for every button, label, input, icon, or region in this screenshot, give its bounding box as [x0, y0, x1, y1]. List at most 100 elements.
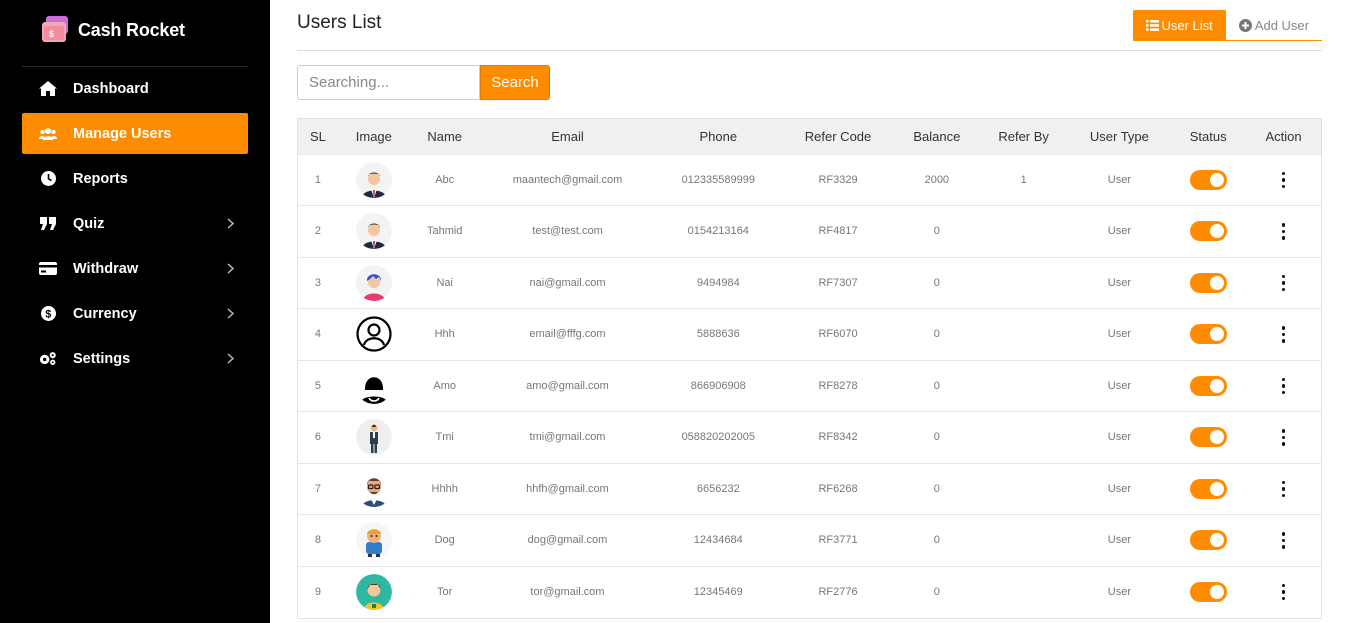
phone-cell: 012335589999	[681, 173, 755, 186]
name-cell: Hhhh	[431, 482, 458, 495]
users-table: SL Image Name Email Phone Refer Code Bal…	[297, 118, 1322, 619]
more-vertical-icon[interactable]	[1276, 273, 1292, 294]
column-header: User Type	[1089, 128, 1149, 144]
phone-cell: 12434684	[693, 534, 743, 547]
chevron-right-icon	[227, 262, 235, 278]
sidebar-item-quiz[interactable]: Quiz	[22, 203, 248, 244]
image-cell	[338, 154, 410, 206]
sidebar-item-dashboard[interactable]: Dashboard	[22, 68, 248, 109]
sidebar-item-label: Dashboard	[73, 80, 149, 97]
user-type-cell: User	[1107, 586, 1131, 598]
tab-add-user[interactable]: Add User	[1226, 10, 1322, 40]
action-cell	[1246, 257, 1321, 309]
standing-man-avatar	[355, 419, 392, 456]
more-vertical-icon[interactable]	[1276, 221, 1292, 242]
status-toggle[interactable]	[1189, 169, 1227, 190]
image-cell	[338, 360, 410, 412]
more-vertical-icon[interactable]	[1276, 582, 1292, 603]
sl-cell: 6	[314, 431, 322, 444]
action-cell	[1246, 515, 1321, 567]
sidebar-item-reports[interactable]: Reports	[22, 158, 248, 199]
tab-user-list[interactable]: User List	[1132, 10, 1226, 40]
sl-cell: 7	[314, 482, 322, 495]
column-header: Action	[1265, 128, 1302, 144]
table-row: 1 Abc maantech@gmail.com 012335589999 RF3329…	[298, 154, 1321, 206]
svg-text:$: $	[45, 309, 51, 321]
phone-cell: 058820202005	[681, 431, 755, 444]
column-header: Phone	[699, 128, 738, 144]
status-toggle[interactable]	[1189, 324, 1227, 345]
user-type-cell: User	[1107, 379, 1131, 392]
column-header: Image	[355, 128, 392, 144]
balance-cell: 0	[933, 225, 940, 238]
refer-by-cell	[979, 360, 1069, 412]
users-icon	[39, 125, 57, 143]
svg-text:$: $	[49, 29, 54, 39]
sidebar-item-settings[interactable]: Settings	[22, 338, 248, 379]
blue-hair-avatar	[355, 264, 392, 301]
table-row: 2 Tahmid test@test.com 0154213164 RF4817 0 Use…	[298, 205, 1321, 258]
column-header: Refer By	[998, 128, 1049, 144]
search-button[interactable]: Search	[480, 65, 550, 100]
balance-cell: 0	[933, 379, 940, 392]
sl-cell: 8	[314, 534, 322, 547]
user-type-cell: User	[1107, 225, 1131, 238]
status-toggle[interactable]	[1189, 582, 1227, 602]
name-cell: Tahmid	[426, 225, 463, 238]
sidebar-item-label: Reports	[73, 170, 128, 187]
table-header: SL Image Name Email Phone Refer Code Bal…	[298, 119, 1321, 154]
more-vertical-icon[interactable]	[1276, 530, 1292, 551]
brand-name: Cash Rocket	[78, 19, 185, 40]
refer-by-cell	[979, 257, 1069, 309]
brand[interactable]: $ Cash Rocket	[40, 14, 185, 46]
email-cell: maantech@gmail.com	[512, 173, 623, 186]
status-toggle[interactable]	[1189, 272, 1227, 293]
more-vertical-icon[interactable]	[1276, 324, 1292, 345]
sidebar-item-currency[interactable]: $ Currency	[22, 293, 248, 334]
status-toggle[interactable]	[1189, 375, 1227, 396]
user-type-cell: User	[1107, 173, 1131, 186]
sidebar-item-label: Settings	[73, 350, 131, 367]
cartoon-man-avatar	[355, 522, 392, 559]
status-cell	[1170, 206, 1246, 258]
user-outline-avatar	[356, 316, 392, 352]
status-toggle[interactable]	[1189, 221, 1227, 242]
phone-cell: 6656232	[696, 482, 740, 495]
more-vertical-icon[interactable]	[1276, 427, 1292, 448]
refer-code-cell: RF4817	[818, 225, 858, 238]
credit-card-icon	[39, 260, 57, 278]
refer-by-cell: 1	[1020, 173, 1027, 186]
action-cell	[1246, 206, 1321, 258]
sidebar-nav: Dashboard Manage Users Reports Quiz With…	[22, 68, 248, 383]
refer-by-cell	[979, 309, 1069, 361]
sl-cell: 1	[314, 173, 322, 186]
sidebar-item-withdraw[interactable]: Withdraw	[22, 248, 248, 289]
more-vertical-icon[interactable]	[1276, 376, 1292, 397]
sidebar-item-manage-users[interactable]: Manage Users	[22, 113, 248, 154]
man-suit-avatar	[355, 213, 392, 250]
more-vertical-icon[interactable]	[1276, 170, 1292, 191]
table-row: 7 Hhhh hhfh@gmail.com 6656232 RF6268 0 User	[298, 463, 1321, 515]
column-header: Name	[427, 128, 463, 144]
name-cell: Dog	[434, 534, 455, 547]
status-toggle[interactable]	[1189, 427, 1227, 448]
tab-label: Add User	[1254, 17, 1309, 33]
status-toggle[interactable]	[1189, 530, 1227, 551]
table-row: 4 Hhh email@fffg.com 5888636 RF6070 0 User	[298, 308, 1321, 361]
user-type-cell: User	[1107, 276, 1131, 289]
table-row: 8 Dog dog@gmail.com 12434684 RF3771 0 User	[298, 514, 1321, 567]
status-toggle[interactable]	[1189, 478, 1227, 499]
table-row: 9 Tor tor@gmail.com 12345469 RF2776 0 User	[298, 566, 1321, 618]
column-header: Status	[1189, 128, 1227, 144]
sl-cell: 5	[314, 379, 322, 392]
search-input[interactable]	[297, 65, 480, 100]
more-vertical-icon[interactable]	[1276, 479, 1292, 500]
action-cell	[1246, 463, 1321, 515]
refer-code-cell: RF3771	[818, 534, 858, 547]
refer-by-cell	[979, 206, 1069, 258]
image-cell	[338, 412, 410, 464]
status-cell	[1170, 257, 1246, 309]
balance-cell: 0	[933, 431, 940, 444]
balance-cell: 0	[933, 328, 940, 341]
sidebar-item-label: Manage Users	[73, 125, 172, 142]
